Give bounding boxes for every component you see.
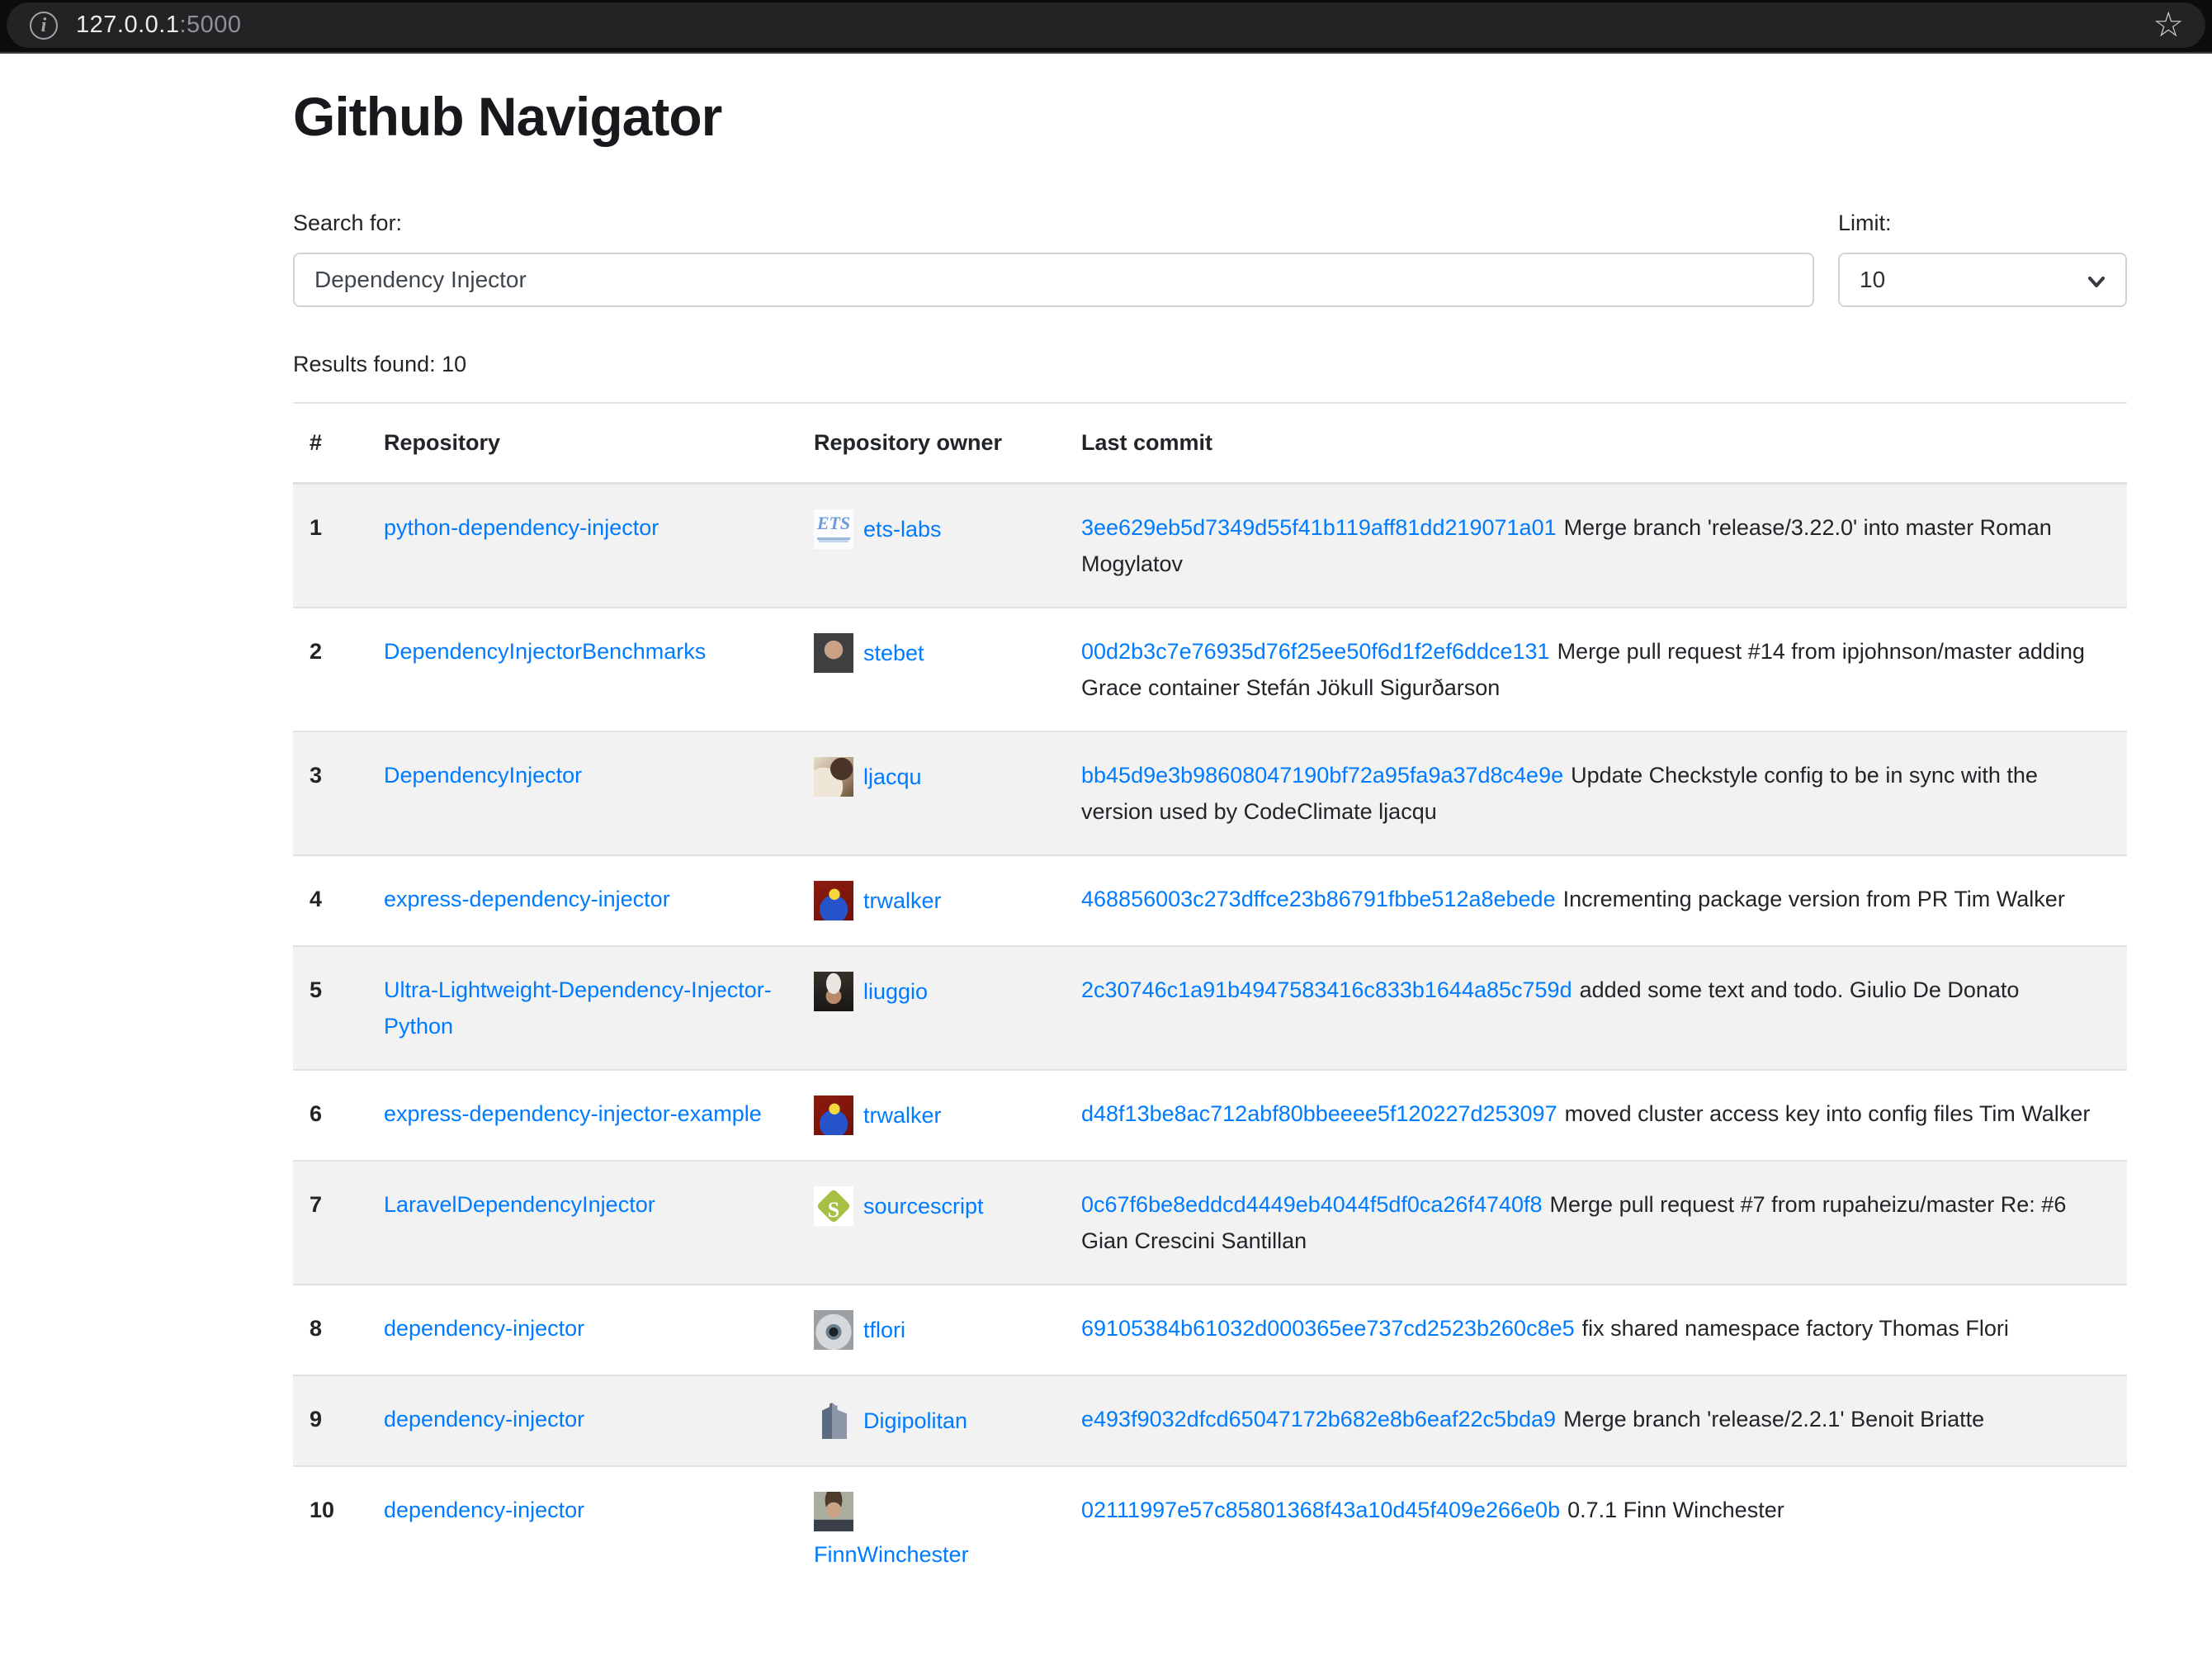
portrait-photo-icon <box>814 972 853 1011</box>
limit-select[interactable]: 10 <box>1838 253 2127 307</box>
commit-message: fix shared namespace factory Thomas Flor… <box>1582 1316 2009 1341</box>
owner-link[interactable]: Digipolitan <box>863 1403 967 1439</box>
commit-hash-link[interactable]: 3ee629eb5d7349d55f41b119aff81dd219071a01 <box>1081 515 1557 540</box>
row-number: 7 <box>293 1161 367 1285</box>
commit-message: Incrementing package version from PR Tim… <box>1563 887 2065 911</box>
portrait-photo-icon <box>814 633 853 673</box>
table-row: 1 python-dependency-injector ETS ets-labs… <box>293 484 2127 608</box>
owner-link[interactable]: FinnWinchester <box>814 1542 969 1567</box>
commit-hash-link[interactable]: d48f13be8ac712abf80bbeeee5f120227d253097 <box>1081 1101 1557 1126</box>
row-number: 2 <box>293 608 367 731</box>
table-row: 2 DependencyInjectorBenchmarks stebet 00… <box>293 608 2127 731</box>
results-table: # Repository Repository owner Last commi… <box>293 402 2127 1597</box>
repo-link[interactable]: express-dependency-injector-example <box>384 1101 762 1126</box>
owner-link[interactable]: stebet <box>863 635 924 671</box>
limit-label: Limit: <box>1838 211 2127 236</box>
repo-link[interactable]: dependency-injector <box>384 1407 584 1431</box>
search-input[interactable] <box>293 253 1814 307</box>
cat-photo-icon <box>814 757 853 797</box>
repo-link[interactable]: dependency-injector <box>384 1316 584 1341</box>
url-host: 127.0.0.1 <box>76 12 179 38</box>
commit-hash-link[interactable]: 2c30746c1a91b4947583416c833b1644a85c759d <box>1081 977 1572 1002</box>
row-number: 1 <box>293 484 367 608</box>
table-row: 10 dependency-injector FinnWinchester 02… <box>293 1466 2127 1597</box>
repo-link[interactable]: LaravelDependencyInjector <box>384 1192 655 1217</box>
table-row: 4 express-dependency-injector trwalker 4… <box>293 855 2127 946</box>
url-port: :5000 <box>179 12 241 38</box>
table-row: 6 express-dependency-injector-example tr… <box>293 1070 2127 1161</box>
portrait-photo-icon <box>814 1492 853 1531</box>
repo-link[interactable]: express-dependency-injector <box>384 887 670 911</box>
row-number: 9 <box>293 1375 367 1466</box>
table-row: 5 Ultra-Lightweight-Dependency-Injector-… <box>293 946 2127 1070</box>
owner-link[interactable]: ets-labs <box>863 511 942 547</box>
sourcescript-logo-icon: S <box>814 1186 853 1226</box>
owner-link[interactable]: ljacqu <box>863 759 922 795</box>
commit-hash-link[interactable]: 00d2b3c7e76935d76f25ee50f6d1f2ef6ddce131 <box>1081 639 1550 664</box>
owner-link[interactable]: tflori <box>863 1312 905 1348</box>
bookmark-star-icon[interactable]: ☆ <box>2153 7 2184 42</box>
owner-link[interactable]: trwalker <box>863 883 942 919</box>
repo-link[interactable]: dependency-injector <box>384 1498 584 1522</box>
table-row: 9 dependency-injector Digipolitan e493f9… <box>293 1375 2127 1466</box>
search-form: Search for: Limit: 10 <box>293 211 2127 307</box>
commit-hash-link[interactable]: 02111997e57c85801368f43a10d45f409e266e0b <box>1081 1498 1560 1522</box>
commit-message: moved cluster access key into config fil… <box>1565 1101 2091 1126</box>
eye-photo-icon <box>814 1310 853 1350</box>
row-number: 4 <box>293 855 367 946</box>
row-number: 10 <box>293 1466 367 1597</box>
table-row: 3 DependencyInjector ljacqu bb45d9e3b986… <box>293 731 2127 855</box>
results-count: Results found: 10 <box>293 352 2127 377</box>
lego-spaceman-photo-icon <box>814 881 853 920</box>
row-number: 3 <box>293 731 367 855</box>
owner-link[interactable]: liuggio <box>863 973 928 1010</box>
repo-link[interactable]: DependencyInjector <box>384 763 582 788</box>
chevron-down-icon <box>2086 271 2107 292</box>
table-row: 8 dependency-injector tflori 69105384b61… <box>293 1285 2127 1375</box>
repo-link[interactable]: DependencyInjectorBenchmarks <box>384 639 706 664</box>
repo-link[interactable]: Ultra-Lightweight-Dependency-Injector-Py… <box>384 977 772 1039</box>
table-header-row: # Repository Repository owner Last commi… <box>293 403 2127 484</box>
ets-logo-icon: ETS <box>814 509 853 549</box>
col-header-last-commit: Last commit <box>1065 403 2127 484</box>
commit-hash-link[interactable]: e493f9032dfcd65047172b682e8b6eaf22c5bda9 <box>1081 1407 1556 1431</box>
commit-message: added some text and todo. Giulio De Dona… <box>1580 977 2020 1002</box>
commit-hash-link[interactable]: bb45d9e3b98608047190bf72a95fa9a37d8c4e9e <box>1081 763 1563 788</box>
commit-hash-link[interactable]: 468856003c273dffce23b86791fbbe512a8ebede <box>1081 887 1556 911</box>
url-text: 127.0.0.1:5000 <box>76 12 242 39</box>
col-header-owner: Repository owner <box>797 403 1065 484</box>
search-label: Search for: <box>293 211 1814 236</box>
table-row: 7 LaravelDependencyInjector Ssourcescrip… <box>293 1161 2127 1285</box>
lego-spaceman-photo-icon <box>814 1096 853 1135</box>
owner-link[interactable]: trwalker <box>863 1097 942 1133</box>
row-number: 6 <box>293 1070 367 1161</box>
address-bar[interactable]: i 127.0.0.1:5000 ☆ <box>7 2 2205 48</box>
row-number: 5 <box>293 946 367 1070</box>
commit-hash-link[interactable]: 69105384b61032d000365ee737cd2523b260c8e5 <box>1081 1316 1575 1341</box>
page-container: Github Navigator Search for: Limit: 10 R… <box>293 85 2127 1597</box>
limit-selected-value: 10 <box>1860 267 1885 293</box>
info-icon[interactable]: i <box>30 12 58 40</box>
col-header-repository: Repository <box>367 403 797 484</box>
commit-hash-link[interactable]: 0c67f6be8eddcd4449eb4044f5df0ca26f4740f8 <box>1081 1192 1543 1217</box>
repo-link[interactable]: python-dependency-injector <box>384 515 659 540</box>
page-title: Github Navigator <box>293 85 2127 148</box>
building-icon <box>814 1401 853 1441</box>
commit-message: 0.7.1 Finn Winchester <box>1567 1498 1784 1522</box>
commit-message: Merge branch 'release/2.2.1' Benoit Bria… <box>1563 1407 1984 1431</box>
row-number: 8 <box>293 1285 367 1375</box>
browser-top-bar: i 127.0.0.1:5000 ☆ <box>0 0 2212 54</box>
owner-link[interactable]: sourcescript <box>863 1188 984 1224</box>
col-header-num: # <box>293 403 367 484</box>
